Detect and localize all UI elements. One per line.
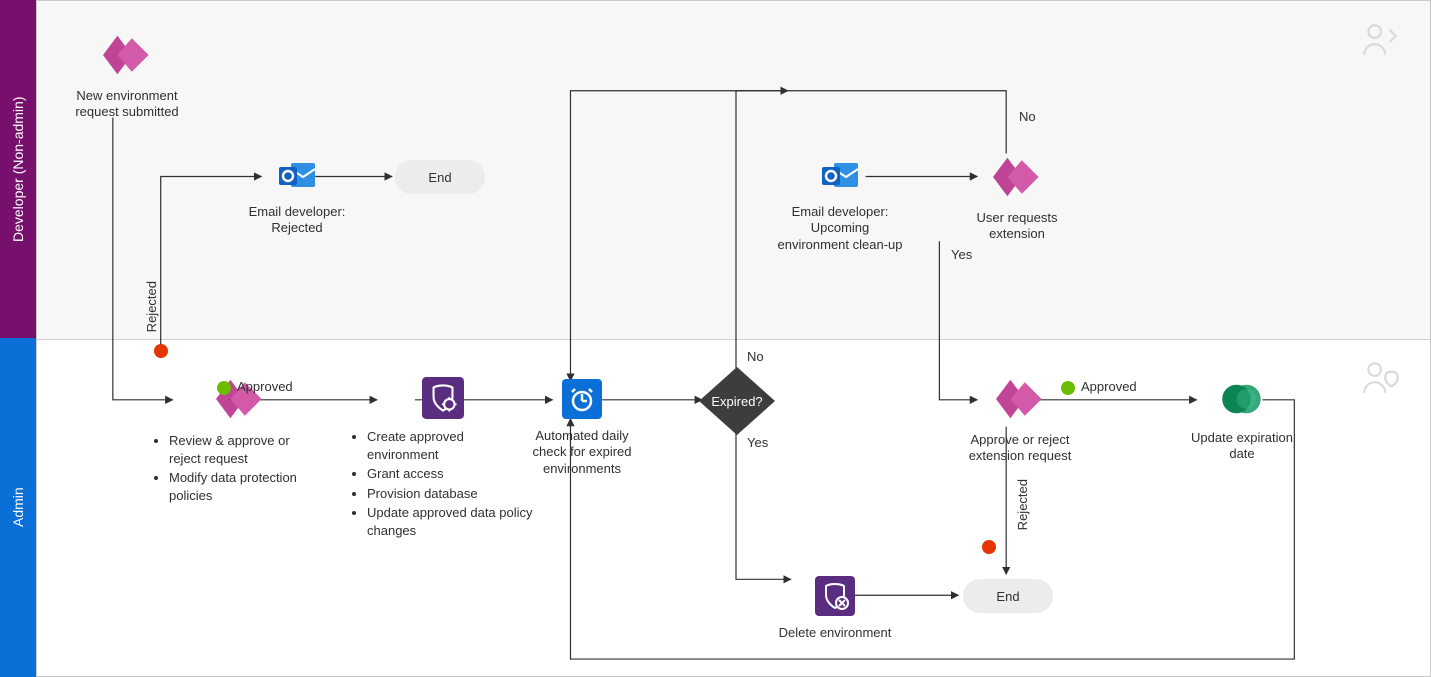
lane-header-developer: Developer (Non-admin) [0, 0, 36, 338]
powerapps-icon [957, 153, 1077, 204]
label-new-request: New environment request submitted [67, 88, 187, 121]
node-email-rejected: Email developer: Rejected [237, 155, 357, 237]
dot-rejected-1 [154, 344, 168, 358]
label-user-ext: User requests extension [957, 210, 1077, 243]
create-env-b3: Provision database [367, 485, 533, 503]
label-email-cleanup: Email developer: Upcoming environment cl… [775, 204, 905, 253]
shield-delete-icon [765, 576, 905, 619]
label-delete-env: Delete environment [765, 625, 905, 641]
dot-approved-2 [1061, 381, 1075, 395]
node-new-request: New environment request submitted [67, 31, 187, 121]
shield-gear-icon [353, 377, 533, 422]
lane-icon-admin [1360, 357, 1402, 402]
node-delete-env: Delete environment [765, 576, 905, 641]
edge-expired-yes: Yes [747, 435, 768, 450]
label-daily-check: Automated daily check for expired enviro… [517, 428, 647, 477]
label-expired: Expired? [711, 394, 762, 409]
edge-userext-no: No [1019, 109, 1036, 124]
diagram-canvas: New environment request submitted Email … [36, 0, 1431, 677]
lane-header-admin: Admin [0, 338, 36, 677]
create-env-bullets: Create approved environment Grant access… [353, 428, 533, 539]
outlook-icon [237, 155, 357, 198]
node-user-ext: User requests extension [957, 153, 1077, 243]
edge-rejected-1: Rejected [144, 281, 159, 332]
node-end-1: End [395, 160, 485, 194]
node-update-exp: Update expiration date [1187, 377, 1297, 463]
lane-icon-developer [1360, 19, 1402, 64]
review-bullet-1: Review & approve or reject request [169, 432, 325, 467]
node-daily-check: Automated daily check for expired enviro… [517, 379, 647, 477]
node-end-2: End [963, 579, 1053, 613]
create-env-b1: Create approved environment [367, 428, 533, 463]
dataverse-icon [1187, 377, 1297, 424]
edge-approved-1: Approved [237, 379, 293, 394]
label-email-rejected: Email developer: Rejected [237, 204, 357, 237]
edge-expired-no: No [747, 349, 764, 364]
node-email-cleanup: Email developer: Upcoming environment cl… [775, 155, 905, 253]
clock-icon [517, 379, 647, 422]
lane-separator [37, 339, 1430, 340]
label-approve-ext: Approve or reject extension request [955, 432, 1085, 465]
edge-approved-2: Approved [1081, 379, 1137, 394]
powerapps-icon [67, 31, 187, 82]
swimlane-headers: Developer (Non-admin) Admin [0, 0, 36, 677]
node-review: Review & approve or reject request Modif… [155, 375, 325, 506]
create-env-b2: Grant access [367, 465, 533, 483]
review-bullets: Review & approve or reject request Modif… [155, 432, 325, 504]
node-create-env: Create approved environment Grant access… [353, 377, 533, 541]
dot-approved-1 [217, 381, 231, 395]
edge-userext-yes: Yes [951, 247, 972, 262]
node-expired-decision: Expired? [697, 365, 777, 440]
label-update-exp: Update expiration date [1187, 430, 1297, 463]
edge-rejected-2: Rejected [1015, 479, 1030, 530]
dot-rejected-2 [982, 540, 996, 554]
outlook-icon [775, 155, 905, 198]
review-bullet-2: Modify data protection policies [169, 469, 325, 504]
create-env-b4: Update approved data policy changes [367, 504, 533, 539]
